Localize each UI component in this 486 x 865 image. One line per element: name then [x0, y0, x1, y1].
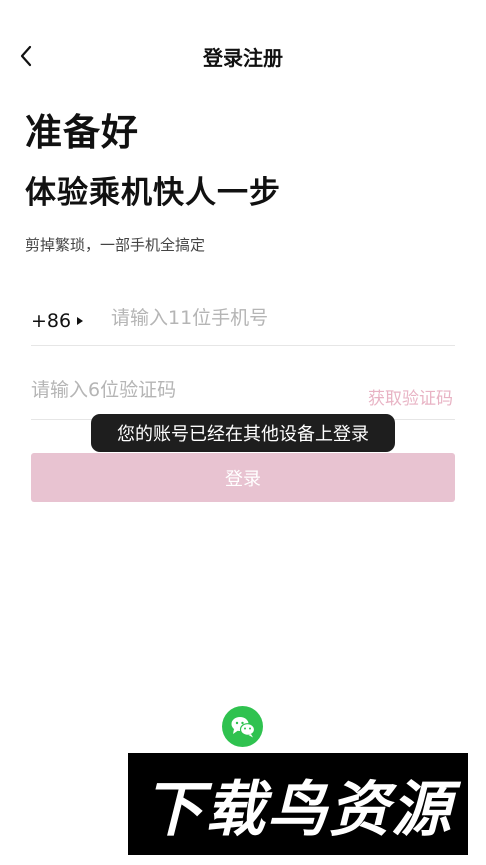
toast-message: 您的账号已经在其他设备上登录 — [91, 414, 395, 452]
country-code-selector[interactable]: +86 — [31, 310, 84, 332]
watermark-banner: 下载鸟资源 — [128, 753, 468, 855]
phone-input[interactable] — [111, 301, 441, 335]
watermark-text: 下载鸟资源 — [143, 774, 453, 845]
verification-code-input[interactable] — [31, 373, 331, 407]
hero-headline-line2: 体验乘机快人一步 — [25, 175, 281, 211]
phone-row: +86 — [31, 290, 455, 346]
country-code-label: +86 — [31, 310, 72, 332]
hero-headline-line1: 准备好 — [25, 111, 139, 154]
caret-right-icon — [77, 317, 84, 325]
page-title: 登录注册 — [203, 46, 283, 70]
wechat-login-button[interactable] — [222, 706, 263, 747]
hero-subtitle: 剪掉繁琐，一部手机全搞定 — [25, 236, 206, 254]
login-button[interactable]: 登录 — [31, 453, 455, 502]
wechat-icon — [231, 716, 255, 737]
get-code-button[interactable]: 获取验证码 — [368, 384, 453, 409]
code-row: 获取验证码 — [31, 363, 455, 420]
